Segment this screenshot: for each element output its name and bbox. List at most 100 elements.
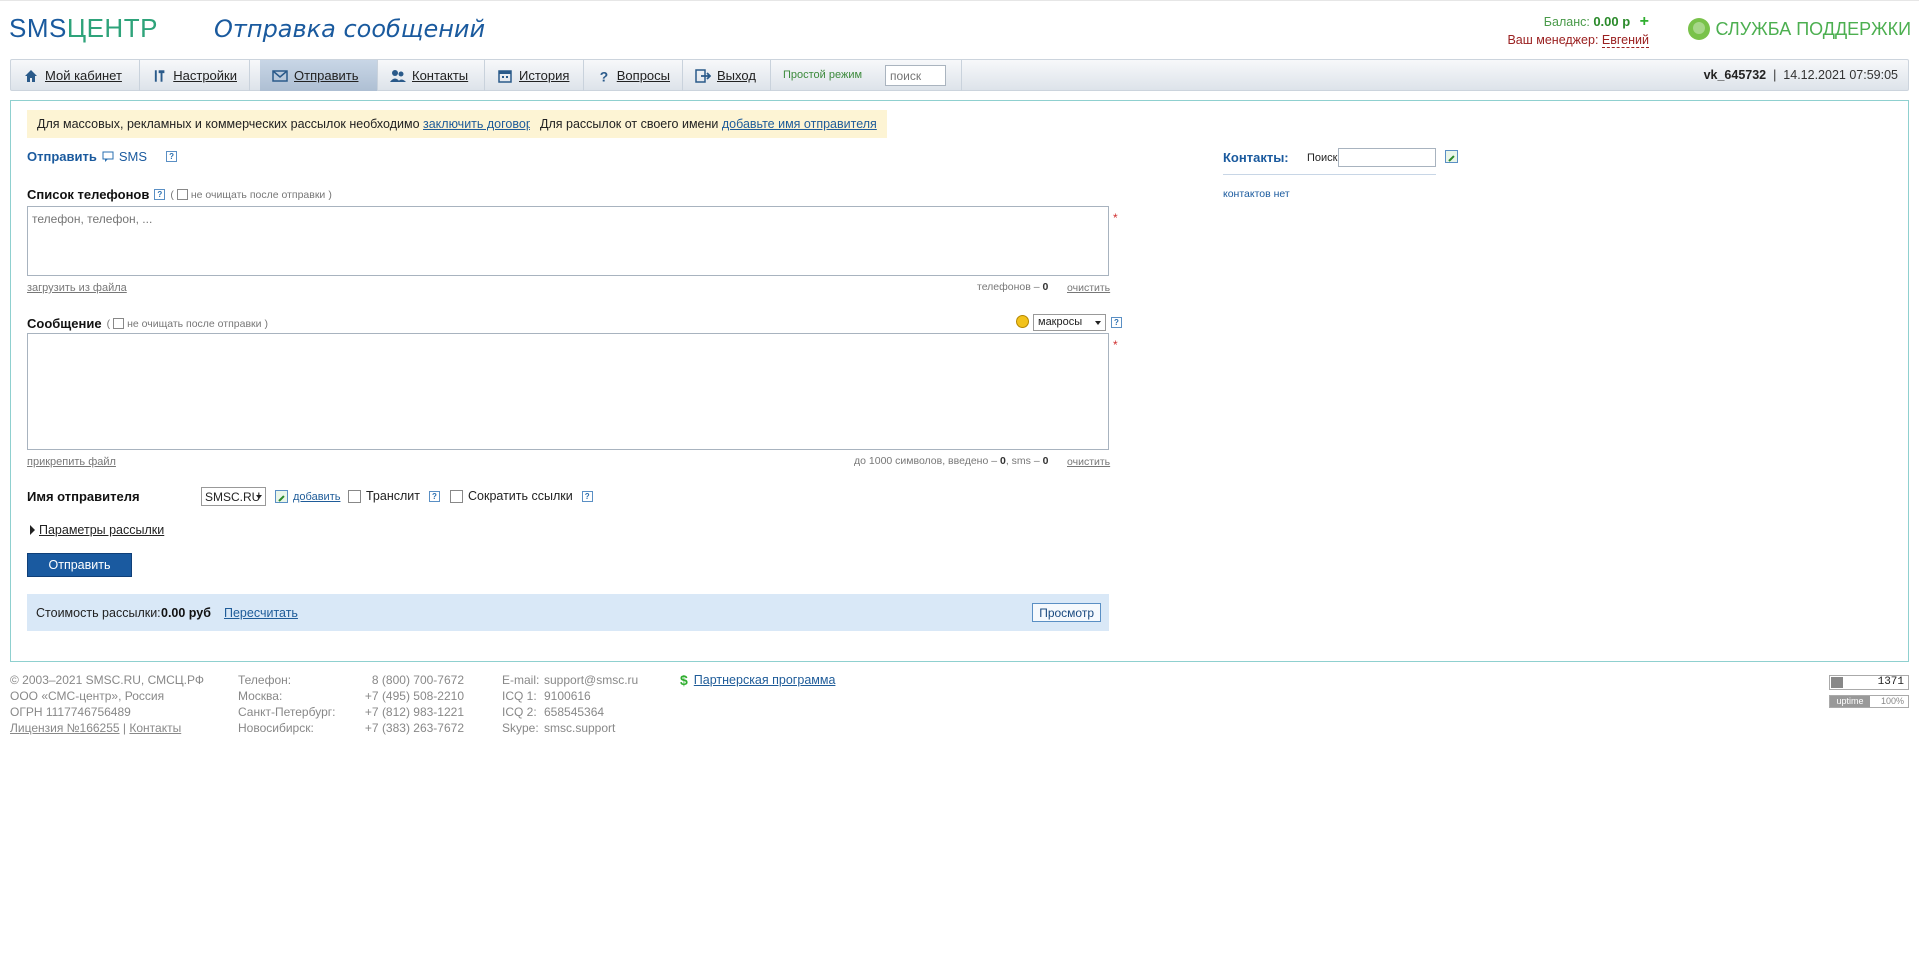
nav-item-history[interactable]: История	[485, 60, 584, 91]
contacts-title: Контакты:	[1223, 150, 1289, 165]
tools-icon	[154, 69, 165, 82]
phones-no-clear-label: не очищать после отправки	[190, 188, 326, 201]
contract-link[interactable]: заключить договор	[423, 117, 533, 131]
footer-contact-label: Skype:	[502, 721, 539, 735]
footer-phone-row: Санкт-Петербург: +7 (812) 983-1221	[238, 704, 464, 720]
shorten-links-checkbox[interactable]	[450, 489, 463, 503]
mailing-params-toggle[interactable]: Параметры рассылки	[30, 523, 164, 537]
support-label: СЛУЖБА ПОДДЕРЖКИ	[1715, 18, 1911, 39]
macros-help-icon[interactable]: ?	[1111, 317, 1122, 328]
uptime-value: 100%	[1880, 696, 1904, 706]
envelope-icon	[272, 69, 288, 82]
send-help-icon[interactable]: ?	[166, 151, 178, 162]
global-search-input[interactable]	[885, 65, 946, 86]
footer-copyright: © 2003–2021 SMSC.RU, СМСЦ.РФ	[10, 673, 204, 687]
license-link[interactable]: Лицензия №166255	[10, 721, 120, 735]
footer-phone-label: Москва:	[238, 689, 283, 703]
footer-phone-row: Новосибирск: +7 (383) 263-7672	[238, 720, 464, 736]
translit-checkbox[interactable]	[348, 489, 361, 503]
recalc-link[interactable]: Пересчитать	[224, 606, 298, 620]
simple-mode-link[interactable]: Простой режим	[783, 69, 862, 81]
translit-help-icon[interactable]: ?	[429, 490, 440, 502]
macros-select[interactable]: макросы	[1033, 314, 1106, 331]
add-sender-link[interactable]: добавьте имя отправителя	[722, 117, 877, 131]
headset-icon	[1687, 18, 1710, 40]
footer-phone-value: +7 (383) 263-7672	[364, 721, 464, 735]
add-contact-icon[interactable]	[1445, 150, 1458, 163]
footer-company: © 2003–2021 SMSC.RU, СМСЦ.РФ ООО «СМС-це…	[10, 672, 204, 736]
translit-option[interactable]: Транслит ?	[348, 489, 440, 503]
manager-name[interactable]: Евгений	[1601, 33, 1649, 48]
support-link[interactable]: СЛУЖБА ПОДДЕРЖКИ	[1687, 18, 1911, 40]
phones-label-row: Список телефонов ? (не очищать после отп…	[27, 187, 332, 202]
phones-no-clear-checkbox[interactable]	[176, 189, 188, 200]
chat-icon	[102, 151, 114, 162]
username: vk_645732	[1703, 68, 1767, 82]
footer-contact-label: ICQ 2:	[502, 705, 537, 719]
nav-item-send[interactable]: Отправить	[260, 60, 378, 91]
footer-phones: Телефон: 8 (800) 700-7672 Москва: +7 (495)…	[238, 672, 464, 736]
sms-count: 0	[1042, 455, 1049, 467]
shorten-links-help-icon[interactable]: ?	[581, 490, 593, 502]
sender-select-value: SMSC.RU	[205, 490, 261, 504]
footer-phone-label: Телефон:	[238, 673, 292, 687]
macros-select-value: макросы	[1038, 316, 1083, 328]
channel-sms[interactable]: SMS	[119, 149, 147, 164]
message-no-clear: (не очищать после отправки)	[106, 317, 269, 330]
logo[interactable]: SMSЦЕНТР	[9, 13, 158, 44]
uptime-badge[interactable]: uptime 100%	[1829, 695, 1909, 708]
add-sender-name-link[interactable]: добавить	[293, 491, 340, 503]
message-no-clear-label: не очищать после отправки	[127, 317, 262, 330]
footer-contact-label: E-mail:	[502, 673, 540, 687]
footer-phone-row: Телефон: 8 (800) 700-7672	[238, 672, 464, 688]
nav-label-questions: Вопросы	[616, 68, 670, 83]
home-icon	[25, 69, 37, 82]
contacts-divider	[1223, 174, 1436, 175]
contacts-search-input[interactable]	[1338, 148, 1436, 167]
footer-contact-value: smsc.support	[544, 721, 616, 735]
nav-item-cabinet[interactable]: Мой кабинет	[11, 60, 140, 91]
emoji-icon[interactable]	[1016, 315, 1029, 328]
send-title: Отправить SMS ?	[27, 149, 178, 164]
message-no-clear-checkbox[interactable]	[113, 318, 125, 329]
preview-button[interactable]: Просмотр	[1032, 603, 1101, 622]
message-clear-link[interactable]: очистить	[1067, 456, 1110, 468]
counter-value: 1371	[1877, 676, 1904, 688]
footer-phone-label: Санкт-Петербург:	[238, 705, 336, 719]
footer-contacts: E-mail: support@smsc.ru ICQ 1: 9100616 ICQ…	[502, 672, 638, 736]
partner-program-link[interactable]: $ Партнерская программа	[680, 672, 835, 688]
visit-counter[interactable]: 1371	[1829, 675, 1909, 690]
sender-select[interactable]: SMSC.RU	[201, 487, 266, 506]
phones-help-icon[interactable]: ?	[154, 189, 166, 200]
nav-label-contacts: Контакты	[412, 68, 469, 83]
footer-contacts-link[interactable]: Контакты	[129, 721, 181, 735]
footer-sep: |	[122, 721, 127, 735]
nav-item-contacts[interactable]: Контакты	[378, 60, 485, 91]
user-info: vk_645732 | 14.12.2021 07:59:05	[1704, 68, 1898, 82]
cost-value: 0.00 руб	[161, 606, 211, 620]
nav-item-exit[interactable]: Выход	[683, 60, 771, 91]
add-balance-button[interactable]: +	[1640, 13, 1649, 30]
phones-count-label: телефонов –	[977, 281, 1040, 293]
nav-item-settings[interactable]: Настройки	[140, 60, 250, 91]
message-textarea[interactable]	[27, 333, 1109, 450]
footer-contact-row: ICQ 1: 9100616	[502, 688, 638, 704]
nav-label-history: История	[519, 68, 570, 83]
phones-clear-link[interactable]: очистить	[1067, 282, 1110, 294]
message-label-row: Сообщение (не очищать после отправки)	[27, 316, 268, 331]
shorten-links-option[interactable]: Сократить ссылки ?	[450, 489, 593, 503]
page-title: Отправка сообщений	[214, 15, 486, 43]
svg-text:?: ?	[600, 68, 608, 83]
main-nav: Мой кабинет Настройки Отправить Контакты…	[10, 59, 1909, 91]
shorten-links-label: Сократить ссылки	[468, 489, 573, 503]
message-label: Сообщение	[27, 316, 102, 331]
send-button[interactable]: Отправить	[27, 553, 132, 577]
load-from-file-link[interactable]: загрузить из файла	[27, 282, 127, 294]
attach-file-link[interactable]: прикрепить файл	[27, 456, 116, 468]
message-required-mark: *	[1113, 338, 1118, 352]
nav-item-questions[interactable]: ? Вопросы	[584, 60, 683, 91]
phones-textarea[interactable]	[27, 206, 1109, 276]
footer-contact-value: 658545364	[544, 705, 605, 719]
footer-contact-label: ICQ 1:	[502, 689, 537, 703]
edit-sender-icon[interactable]	[275, 490, 288, 503]
